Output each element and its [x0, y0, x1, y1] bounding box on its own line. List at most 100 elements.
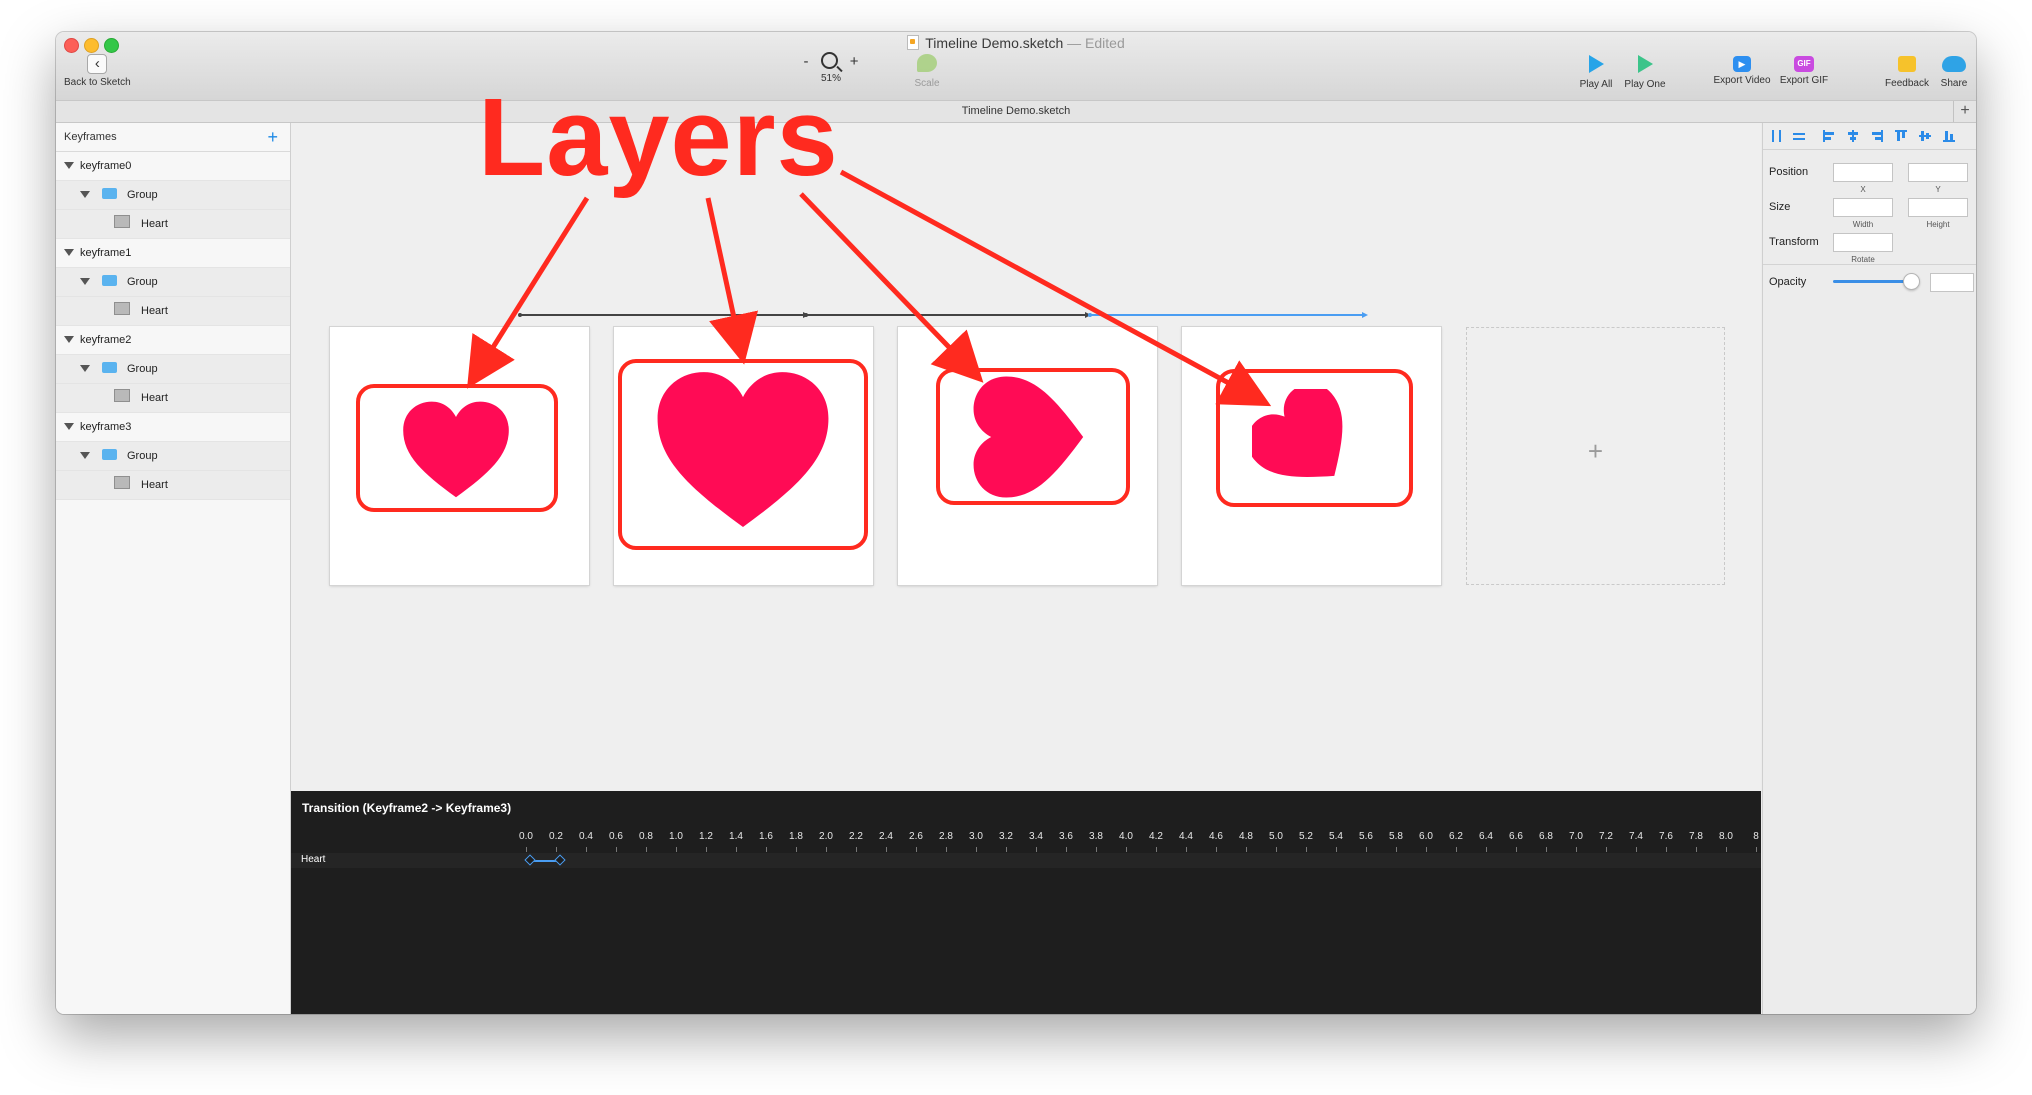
play-one-button[interactable]: Play One [1622, 55, 1668, 90]
keyframe-artboard[interactable] [330, 327, 589, 585]
width-field[interactable] [1833, 198, 1893, 217]
rotate-field[interactable] [1833, 233, 1893, 252]
ruler-tick-mark [556, 847, 557, 852]
align-top-icon[interactable] [1895, 130, 1907, 142]
highlight-box [356, 384, 558, 512]
ruler-tick-mark [1606, 847, 1607, 852]
keyframe-end-marker[interactable] [554, 854, 566, 866]
ruler-tick-mark [1366, 847, 1367, 852]
disclosure-triangle-icon[interactable] [80, 365, 90, 372]
scale-button[interactable]: Scale [902, 54, 952, 89]
export-video-label: Export Video [1713, 75, 1771, 86]
play-one-icon [1637, 55, 1653, 73]
keyframe-artboard[interactable] [614, 327, 873, 585]
disclosure-triangle-icon[interactable] [64, 162, 74, 169]
ruler-tick-mark [706, 847, 707, 852]
keyframe-row[interactable]: keyframe0 [56, 152, 290, 181]
height-field[interactable] [1908, 198, 1968, 217]
ruler-tick-mark [1456, 847, 1457, 852]
ruler-tick-mark [526, 847, 527, 852]
magnifier-icon[interactable] [820, 52, 838, 69]
disclosure-triangle-icon[interactable] [64, 423, 74, 430]
ruler-tick-mark [1696, 847, 1697, 852]
transition-connector[interactable] [804, 312, 1091, 318]
group-row[interactable]: Group [56, 268, 290, 297]
width-caption: Width [1852, 220, 1874, 229]
zoom-in-button[interactable]: + [850, 53, 859, 70]
ruler-tick-mark [1486, 847, 1487, 852]
export-gif-button[interactable]: GIF Export GIF [1776, 56, 1832, 86]
keyframe-start-marker[interactable] [524, 854, 536, 866]
ruler-tick-label: 5.8 [1389, 831, 1403, 842]
align-left-icon[interactable] [1823, 130, 1835, 142]
align-bottom-icon[interactable] [1943, 130, 1955, 142]
layer-row[interactable]: Heart [56, 384, 290, 413]
disclosure-triangle-icon[interactable] [64, 249, 74, 256]
layers-annotation-label: Layers [478, 76, 839, 199]
layer-row[interactable]: Heart [56, 210, 290, 239]
disclosure-triangle-icon[interactable] [80, 278, 90, 285]
time-ruler[interactable]: 0.0 0.2 0.4 0.6 0.8 1.0 1.2 1.4 1.6 1.8 2.0 2.2 2.4 2… [519, 831, 1761, 852]
ruler-tick-mark [976, 847, 977, 852]
ruler-tick-mark [1036, 847, 1037, 852]
group-row[interactable]: Group [56, 355, 290, 384]
ruler-tick-label: 0.8 [639, 831, 653, 842]
window-title-text: Timeline Demo.sketch [925, 35, 1064, 51]
ruler-tick-label: 2.2 [849, 831, 863, 842]
share-button[interactable]: Share [1936, 56, 1972, 89]
new-tab-button[interactable]: + [1953, 101, 1976, 122]
keyframe-row[interactable]: keyframe3 [56, 413, 290, 442]
play-all-button[interactable]: Play All [1576, 55, 1616, 90]
align-middle-vertical-icon[interactable] [1919, 130, 1931, 142]
document-tab[interactable]: Timeline Demo.sketch [962, 105, 1070, 117]
layer-row[interactable]: Heart [56, 471, 290, 500]
add-keyframe-button[interactable]: + [267, 123, 278, 151]
ruler-tick-label: 7.0 [1569, 831, 1583, 842]
distribute-vertical-icon[interactable] [1793, 130, 1805, 142]
zoom-out-button[interactable]: - [803, 53, 808, 70]
transition-connector-selected[interactable] [1088, 312, 1368, 318]
align-center-horizontal-icon[interactable] [1847, 130, 1859, 142]
ruler-tick-label: 1.8 [789, 831, 803, 842]
ruler-tick-mark [886, 847, 887, 852]
add-keyframe-plus[interactable]: + [1467, 436, 1724, 467]
window-title: Timeline Demo.sketch — Edited [56, 35, 1976, 51]
ruler-tick-label: 3.6 [1059, 831, 1073, 842]
ruler-tick-mark [946, 847, 947, 852]
add-keyframe-slot[interactable]: + [1466, 327, 1725, 585]
layer-name: Heart [141, 479, 168, 491]
sketch-document-icon [907, 35, 920, 50]
group-row[interactable]: Group [56, 442, 290, 471]
disclosure-triangle-icon[interactable] [80, 452, 90, 459]
ruler-tick-mark [1276, 847, 1277, 852]
ruler-tick-label: 8.0 [1719, 831, 1733, 842]
opacity-field[interactable] [1930, 273, 1974, 292]
transition-connector[interactable] [518, 312, 809, 318]
align-right-icon[interactable] [1871, 130, 1883, 142]
ruler-tick-mark [1006, 847, 1007, 852]
edited-status[interactable]: — Edited [1067, 35, 1125, 51]
disclosure-triangle-icon[interactable] [80, 191, 90, 198]
transform-label: Transform [1769, 236, 1819, 248]
position-y-field[interactable] [1908, 163, 1968, 182]
opacity-slider-track[interactable] [1833, 280, 1911, 283]
feedback-button[interactable]: Feedback [1882, 56, 1932, 89]
opacity-slider-knob[interactable] [1903, 273, 1921, 290]
disclosure-triangle-icon[interactable] [64, 336, 74, 343]
ruler-tick-mark [586, 847, 587, 852]
keyframe-artboard[interactable] [898, 327, 1157, 585]
back-to-sketch-button[interactable]: ‹ Back to Sketch [64, 54, 131, 88]
distribute-horizontal-icon[interactable] [1771, 130, 1783, 142]
layer-row[interactable]: Heart [56, 297, 290, 326]
ruler-tick-label: 0.4 [579, 831, 593, 842]
ruler-tick-label: 3.2 [999, 831, 1013, 842]
timeline-track-row[interactable]: Heart [291, 853, 1761, 868]
keyframe-row[interactable]: keyframe1 [56, 239, 290, 268]
group-row[interactable]: Group [56, 181, 290, 210]
position-x-field[interactable] [1833, 163, 1893, 182]
keyframe-name: keyframe2 [80, 334, 132, 346]
export-video-button[interactable]: ▶ Export Video [1710, 56, 1774, 86]
keyframe-artboard[interactable] [1182, 327, 1441, 585]
timeline-panel: Transition (Keyframe2 -> Keyframe3) 0.0 0… [291, 791, 1761, 1014]
keyframe-row[interactable]: keyframe2 [56, 326, 290, 355]
